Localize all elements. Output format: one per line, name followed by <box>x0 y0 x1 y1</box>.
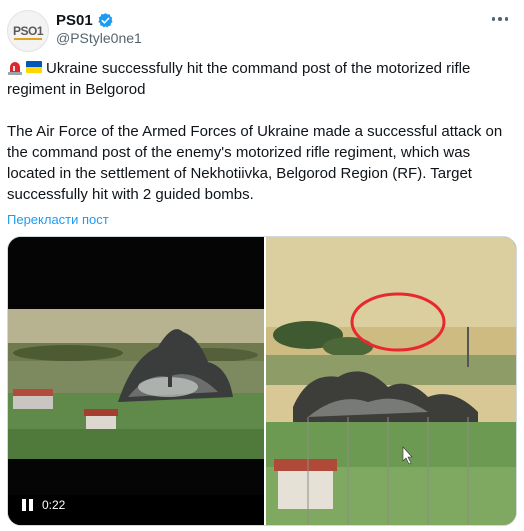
tweet-text: Ukraine successfully hit the command pos… <box>7 58 512 205</box>
tweet-body-line-1: The Air Force of the Armed Forces of Ukr… <box>7 123 503 140</box>
video-frame <box>8 237 516 525</box>
more-dots-icon[interactable] <box>488 10 512 28</box>
siren-emoji-icon <box>7 60 23 75</box>
tweet-body-line-4: successfully hit with 2 guided bombs. <box>7 186 254 203</box>
translate-link[interactable]: Перекласти пост <box>7 212 109 227</box>
tweet-title-line-1: Ukraine successfully hit the command pos… <box>7 58 512 79</box>
pause-icon[interactable] <box>21 498 35 512</box>
display-name[interactable]: PS01 <box>56 12 93 29</box>
tweet: PSO1 PS01 @PStyle0ne1 Ukraine successful… <box>0 0 524 531</box>
avatar-logo-text: PSO1 <box>12 24 44 38</box>
avatar-logo-stripe <box>14 38 42 40</box>
tweet-body-line-2: the command post of the enemy's motorize… <box>7 144 471 161</box>
avatar[interactable]: PSO1 <box>7 10 49 52</box>
tweet-body-line-3: located in the settlement of Nekhotiivka… <box>7 165 472 182</box>
tweet-title-line-2: regiment in Belgorod <box>7 81 146 98</box>
tweet-title-text-1: Ukraine successfully hit the command pos… <box>46 60 471 77</box>
video-player[interactable]: 0:22 <box>7 236 517 526</box>
right-video-frame <box>266 237 516 525</box>
video-timestamp: 0:22 <box>42 498 66 512</box>
handle[interactable]: @PStyle0ne1 <box>56 30 142 46</box>
ukraine-flag-icon <box>26 61 42 73</box>
left-video-frame <box>8 309 264 459</box>
emoji-group <box>7 60 42 75</box>
verified-badge-icon[interactable] <box>97 12 114 29</box>
author-name-row: PS01 <box>56 11 114 29</box>
